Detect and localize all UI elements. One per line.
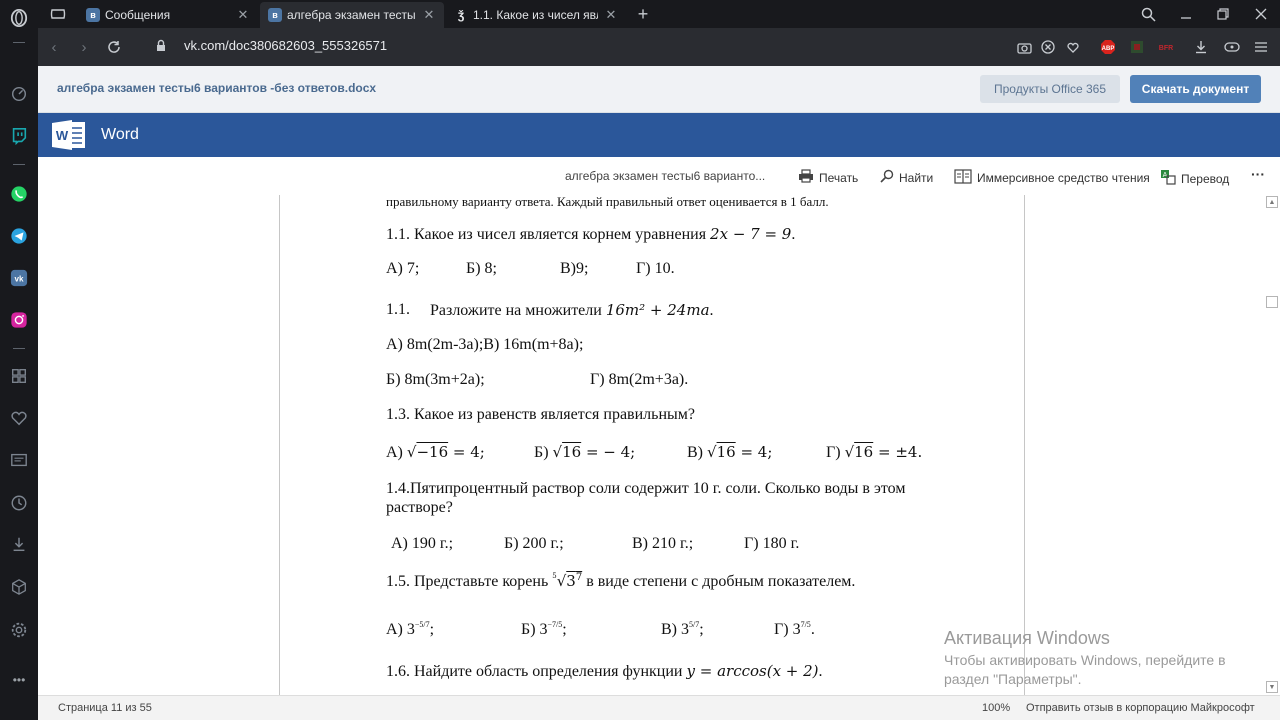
reload-icon[interactable] bbox=[104, 37, 124, 57]
whatsapp-icon[interactable] bbox=[9, 184, 29, 204]
immersive-reader-icon bbox=[954, 169, 972, 187]
vk-icon[interactable]: vk bbox=[9, 268, 29, 288]
restore-icon[interactable] bbox=[1213, 4, 1233, 24]
close-icon[interactable]: ✕ bbox=[422, 7, 436, 23]
question-1-1: 1.1. Какое из чисел является корнем урав… bbox=[386, 225, 796, 243]
sidebar-divider bbox=[13, 42, 25, 43]
scroll-thumb[interactable] bbox=[1266, 296, 1278, 308]
tab-menu-icon[interactable] bbox=[48, 4, 68, 24]
tab-strip: в Сообщения ✕ в алгебра экзамен тестыб в… bbox=[38, 0, 1280, 28]
feedback-link[interactable]: Отправить отзыв в корпорацию Майкрософт bbox=[1026, 702, 1255, 714]
tab-question[interactable]: ǯ 1.1. Какое из чисел являет ✕ bbox=[446, 2, 626, 28]
word-toolbar: алгебра экзамен тесты6 варианто... Печат… bbox=[38, 157, 1280, 195]
toolbar-doc-title: алгебра экзамен тесты6 варианто... bbox=[565, 169, 766, 183]
print-button[interactable]: Печать bbox=[798, 169, 858, 186]
close-window-icon[interactable] bbox=[1251, 4, 1271, 24]
scroll-up-icon[interactable]: ▲ bbox=[1266, 196, 1278, 208]
vertical-scrollbar[interactable]: ▲ ▼ bbox=[1264, 195, 1280, 695]
word-app-name: Word bbox=[101, 126, 139, 143]
question-1-4-line2: растворе? bbox=[386, 499, 453, 516]
close-icon[interactable]: ✕ bbox=[236, 7, 250, 23]
page-counter: Страница 11 из 55 bbox=[58, 702, 152, 714]
question-1-4-line1: 1.4.Пятипроцентный раствор соли содержит… bbox=[386, 480, 906, 497]
sidebar-divider bbox=[13, 164, 25, 165]
vk-icon: в bbox=[86, 8, 100, 22]
close-icon[interactable]: ✕ bbox=[604, 7, 618, 23]
search-icon bbox=[880, 169, 894, 186]
vk-icon: в bbox=[268, 8, 282, 22]
downloads-icon[interactable] bbox=[9, 534, 29, 554]
more-icon[interactable]: ••• bbox=[9, 670, 29, 690]
word-header: W Word bbox=[38, 113, 1280, 157]
status-bar: Страница 11 из 55 100% Отправить отзыв в… bbox=[38, 695, 1280, 720]
news-icon[interactable] bbox=[9, 450, 29, 470]
minimize-icon[interactable] bbox=[1176, 4, 1196, 24]
speed-dial-icon[interactable] bbox=[9, 84, 29, 104]
extension-cube-icon[interactable] bbox=[1128, 38, 1146, 56]
translate-icon: A bbox=[1160, 169, 1176, 188]
workspaces-icon[interactable] bbox=[9, 366, 29, 386]
extension-red-icon[interactable]: BFR bbox=[1155, 38, 1177, 56]
adblock-x-icon[interactable] bbox=[1039, 38, 1057, 56]
document-canvas: правильному варианту ответа. Каждый прав… bbox=[38, 195, 1280, 695]
tab-doc[interactable]: в алгебра экзамен тестыб вариантов ✕ bbox=[260, 2, 444, 28]
office-365-button[interactable]: Продукты Office 365 bbox=[980, 75, 1120, 103]
word-logo-icon: W bbox=[52, 119, 86, 151]
easy-setup-icon[interactable] bbox=[1252, 38, 1270, 56]
back-icon[interactable]: ‹ bbox=[44, 37, 64, 57]
instagram-icon[interactable] bbox=[9, 310, 29, 330]
heart-icon[interactable] bbox=[9, 408, 29, 428]
url-field[interactable]: vk.com/doc380682603_555326571 bbox=[184, 38, 387, 53]
vk-doc-header: алгебра экзамен тесты6 вариантов -без от… bbox=[38, 66, 1280, 113]
answers-1-2-line1: А) 8m(2m-3a);В) 16m(m+8a); bbox=[386, 336, 584, 353]
zoom-level[interactable]: 100% bbox=[982, 702, 1010, 714]
question-1-3: 1.3. Какое из равенств является правильн… bbox=[386, 406, 695, 423]
translate-button[interactable]: A Перевод bbox=[1160, 169, 1229, 188]
more-options-button[interactable]: ··· bbox=[1251, 166, 1265, 182]
address-bar: ‹ › vk.com/doc380682603_555326571 ABP BF… bbox=[38, 28, 1280, 66]
camera-icon[interactable] bbox=[1015, 38, 1033, 56]
windows-activation-watermark: Активация Windows Чтобы активировать Win… bbox=[944, 628, 1226, 687]
find-button[interactable]: Найти bbox=[880, 169, 933, 186]
download-icon[interactable] bbox=[1192, 38, 1210, 56]
immersive-reader-button[interactable]: Иммерсивное средство чтения bbox=[954, 169, 1150, 187]
adblock-plus-icon[interactable]: ABP bbox=[1099, 38, 1117, 56]
svg-text:BFR: BFR bbox=[1159, 45, 1173, 52]
svg-text:ABP: ABP bbox=[1102, 46, 1115, 52]
intro-text: правильному варианту ответа. Каждый прав… bbox=[386, 195, 829, 209]
telegram-icon[interactable] bbox=[9, 226, 29, 246]
history-icon[interactable] bbox=[9, 493, 29, 513]
bookmark-heart-icon[interactable] bbox=[1064, 38, 1082, 56]
sidebar-divider bbox=[13, 348, 25, 349]
svg-text:W: W bbox=[56, 128, 69, 143]
printer-icon bbox=[798, 169, 814, 186]
twitch-icon[interactable] bbox=[9, 126, 29, 146]
new-tab-button[interactable]: + bbox=[633, 4, 653, 24]
lock-icon bbox=[156, 39, 166, 52]
search-tabs-icon[interactable] bbox=[1138, 4, 1158, 24]
scroll-down-icon[interactable]: ▼ bbox=[1266, 681, 1278, 693]
download-document-button[interactable]: Скачать документ bbox=[1130, 75, 1261, 103]
opera-logo-icon[interactable] bbox=[9, 8, 29, 28]
doc-name: алгебра экзамен тесты6 вариантов -без от… bbox=[57, 81, 377, 95]
forward-icon[interactable]: › bbox=[74, 37, 94, 57]
extensions-icon[interactable] bbox=[9, 577, 29, 597]
svg-text:vk: vk bbox=[15, 275, 24, 284]
document-page: правильному варианту ответа. Каждый прав… bbox=[279, 195, 1025, 695]
tab-messages[interactable]: в Сообщения ✕ bbox=[78, 2, 258, 28]
settings-icon[interactable] bbox=[9, 620, 29, 640]
question-1-5: 1.5. Представьте корень 5√37 в виде степ… bbox=[386, 572, 856, 590]
yandex-icon: ǯ bbox=[457, 8, 465, 22]
flow-icon[interactable] bbox=[1223, 38, 1241, 56]
question-1-6: 1.6. Найдите область определения функции… bbox=[386, 662, 823, 680]
opera-sidebar: vk ••• bbox=[0, 0, 38, 720]
